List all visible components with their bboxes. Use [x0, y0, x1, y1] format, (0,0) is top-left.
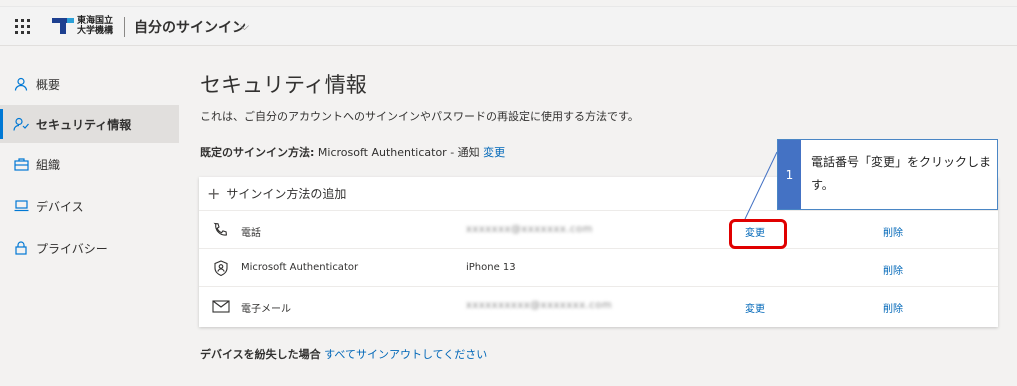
plus-icon: + [207, 184, 221, 203]
lost-device-section: デバイスを紛失した場合 すべてサインアウトしてください [200, 346, 487, 362]
sidebar-item-label: デバイス [36, 199, 84, 214]
sidebar-item-label: 組織 [36, 157, 61, 172]
instruction-text: 電話番号「変更」をクリックします。 [811, 155, 992, 192]
sidebar-item-label: セキュリティ情報 [36, 117, 132, 132]
delete-phone-link[interactable]: 削除 [883, 224, 903, 239]
sidebar-item-label: 概要 [36, 77, 61, 92]
organization-logo-icon [52, 18, 74, 34]
sidebar-item-privacy[interactable]: プライバシー [0, 229, 179, 267]
sidebar: 概要 セキュリティ情報 組織 デバイス プライバシー [0, 47, 179, 386]
person-icon [12, 76, 30, 92]
sidebar-item-devices[interactable]: デバイス [0, 187, 179, 225]
delete-email-link[interactable]: 削除 [883, 300, 903, 315]
lock-icon [12, 240, 30, 256]
laptop-icon [12, 198, 30, 214]
default-sign-in-method: 既定のサインイン方法: Microsoft Authenticator - 通知… [200, 144, 505, 160]
organization-name: 東海国立 大学機構 [77, 16, 114, 36]
method-row-email: 電子メール xxxxxxxxxx@xxxxxxx.com 変更 削除 [199, 287, 998, 325]
change-default-method-link[interactable]: 変更 [483, 146, 505, 159]
briefcase-icon [12, 156, 30, 172]
default-method-value: Microsoft Authenticator - 通知 [317, 146, 480, 159]
page-title: セキュリティ情報 [200, 73, 367, 97]
sidebar-item-overview[interactable]: 概要 [0, 65, 179, 103]
main-content: セキュリティ情報 これは、ご自分のアカウントへのサインインやパスワードの再設定に… [179, 47, 1017, 386]
header-divider [124, 17, 125, 37]
lost-device-label: デバイスを紛失した場合 [200, 348, 321, 361]
sidebar-item-security-info[interactable]: セキュリティ情報 [0, 105, 179, 143]
method-value: iPhone 13 [466, 262, 516, 273]
security-info-icon [12, 116, 30, 132]
method-type: 電子メール [241, 304, 291, 315]
highlight-box [729, 219, 787, 249]
method-row-authenticator: Microsoft Authenticator iPhone 13 削除 [199, 249, 998, 287]
add-method-label: サインイン方法の追加 [226, 187, 347, 201]
method-type: 電話 [241, 228, 261, 239]
delete-authenticator-link[interactable]: 削除 [883, 262, 903, 277]
change-email-link[interactable]: 変更 [745, 300, 765, 315]
step-number-badge: 1 [778, 140, 801, 209]
phone-icon [213, 222, 227, 236]
authenticator-icon [214, 260, 228, 276]
mail-icon [212, 300, 230, 313]
method-value: xxxxxxxxxx@xxxxxxx.com [466, 300, 613, 311]
chevron-down-icon[interactable]: ⌵ [240, 19, 249, 34]
sidebar-item-organization[interactable]: 組織 [0, 145, 179, 183]
page-description: これは、ご自分のアカウントへのサインインやパスワードの再設定に使用する方法です。 [200, 110, 639, 123]
app-launcher-icon[interactable] [15, 19, 30, 34]
method-value: xxxxxxx@xxxxxxx.com [466, 224, 593, 235]
method-row-phone: 電話 xxxxxxx@xxxxxxx.com 変更 削除 [199, 211, 998, 249]
instruction-callout: 1 電話番号「変更」をクリックします。 [777, 139, 998, 210]
sign-out-everywhere-link[interactable]: すべてサインアウトしてください [324, 348, 487, 361]
top-bar: 東海国立 大学機構 自分のサインイン ⌵ [0, 6, 1017, 46]
method-type: Microsoft Authenticator [241, 262, 359, 273]
sidebar-item-label: プライバシー [36, 241, 108, 256]
app-title[interactable]: 自分のサインイン [134, 17, 246, 37]
default-method-label: 既定のサインイン方法: [200, 146, 315, 159]
